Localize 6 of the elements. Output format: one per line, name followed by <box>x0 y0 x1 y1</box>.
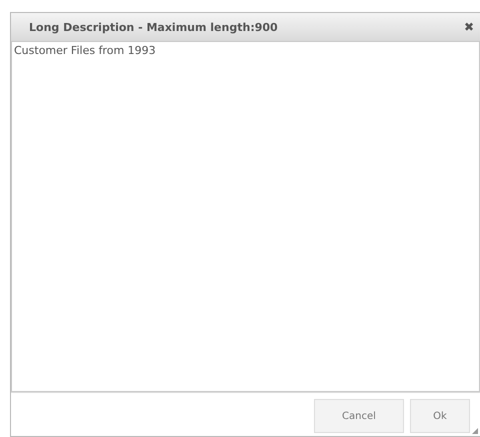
ok-button[interactable]: Ok <box>410 399 470 433</box>
description-field[interactable]: Customer Files from 1993 <box>11 42 480 392</box>
resize-grip-icon[interactable] <box>472 428 478 434</box>
dialog-title: Long Description - Maximum length:900 <box>29 20 278 34</box>
close-button[interactable]: ✖ <box>462 20 476 34</box>
cancel-button[interactable]: Cancel <box>314 399 404 433</box>
